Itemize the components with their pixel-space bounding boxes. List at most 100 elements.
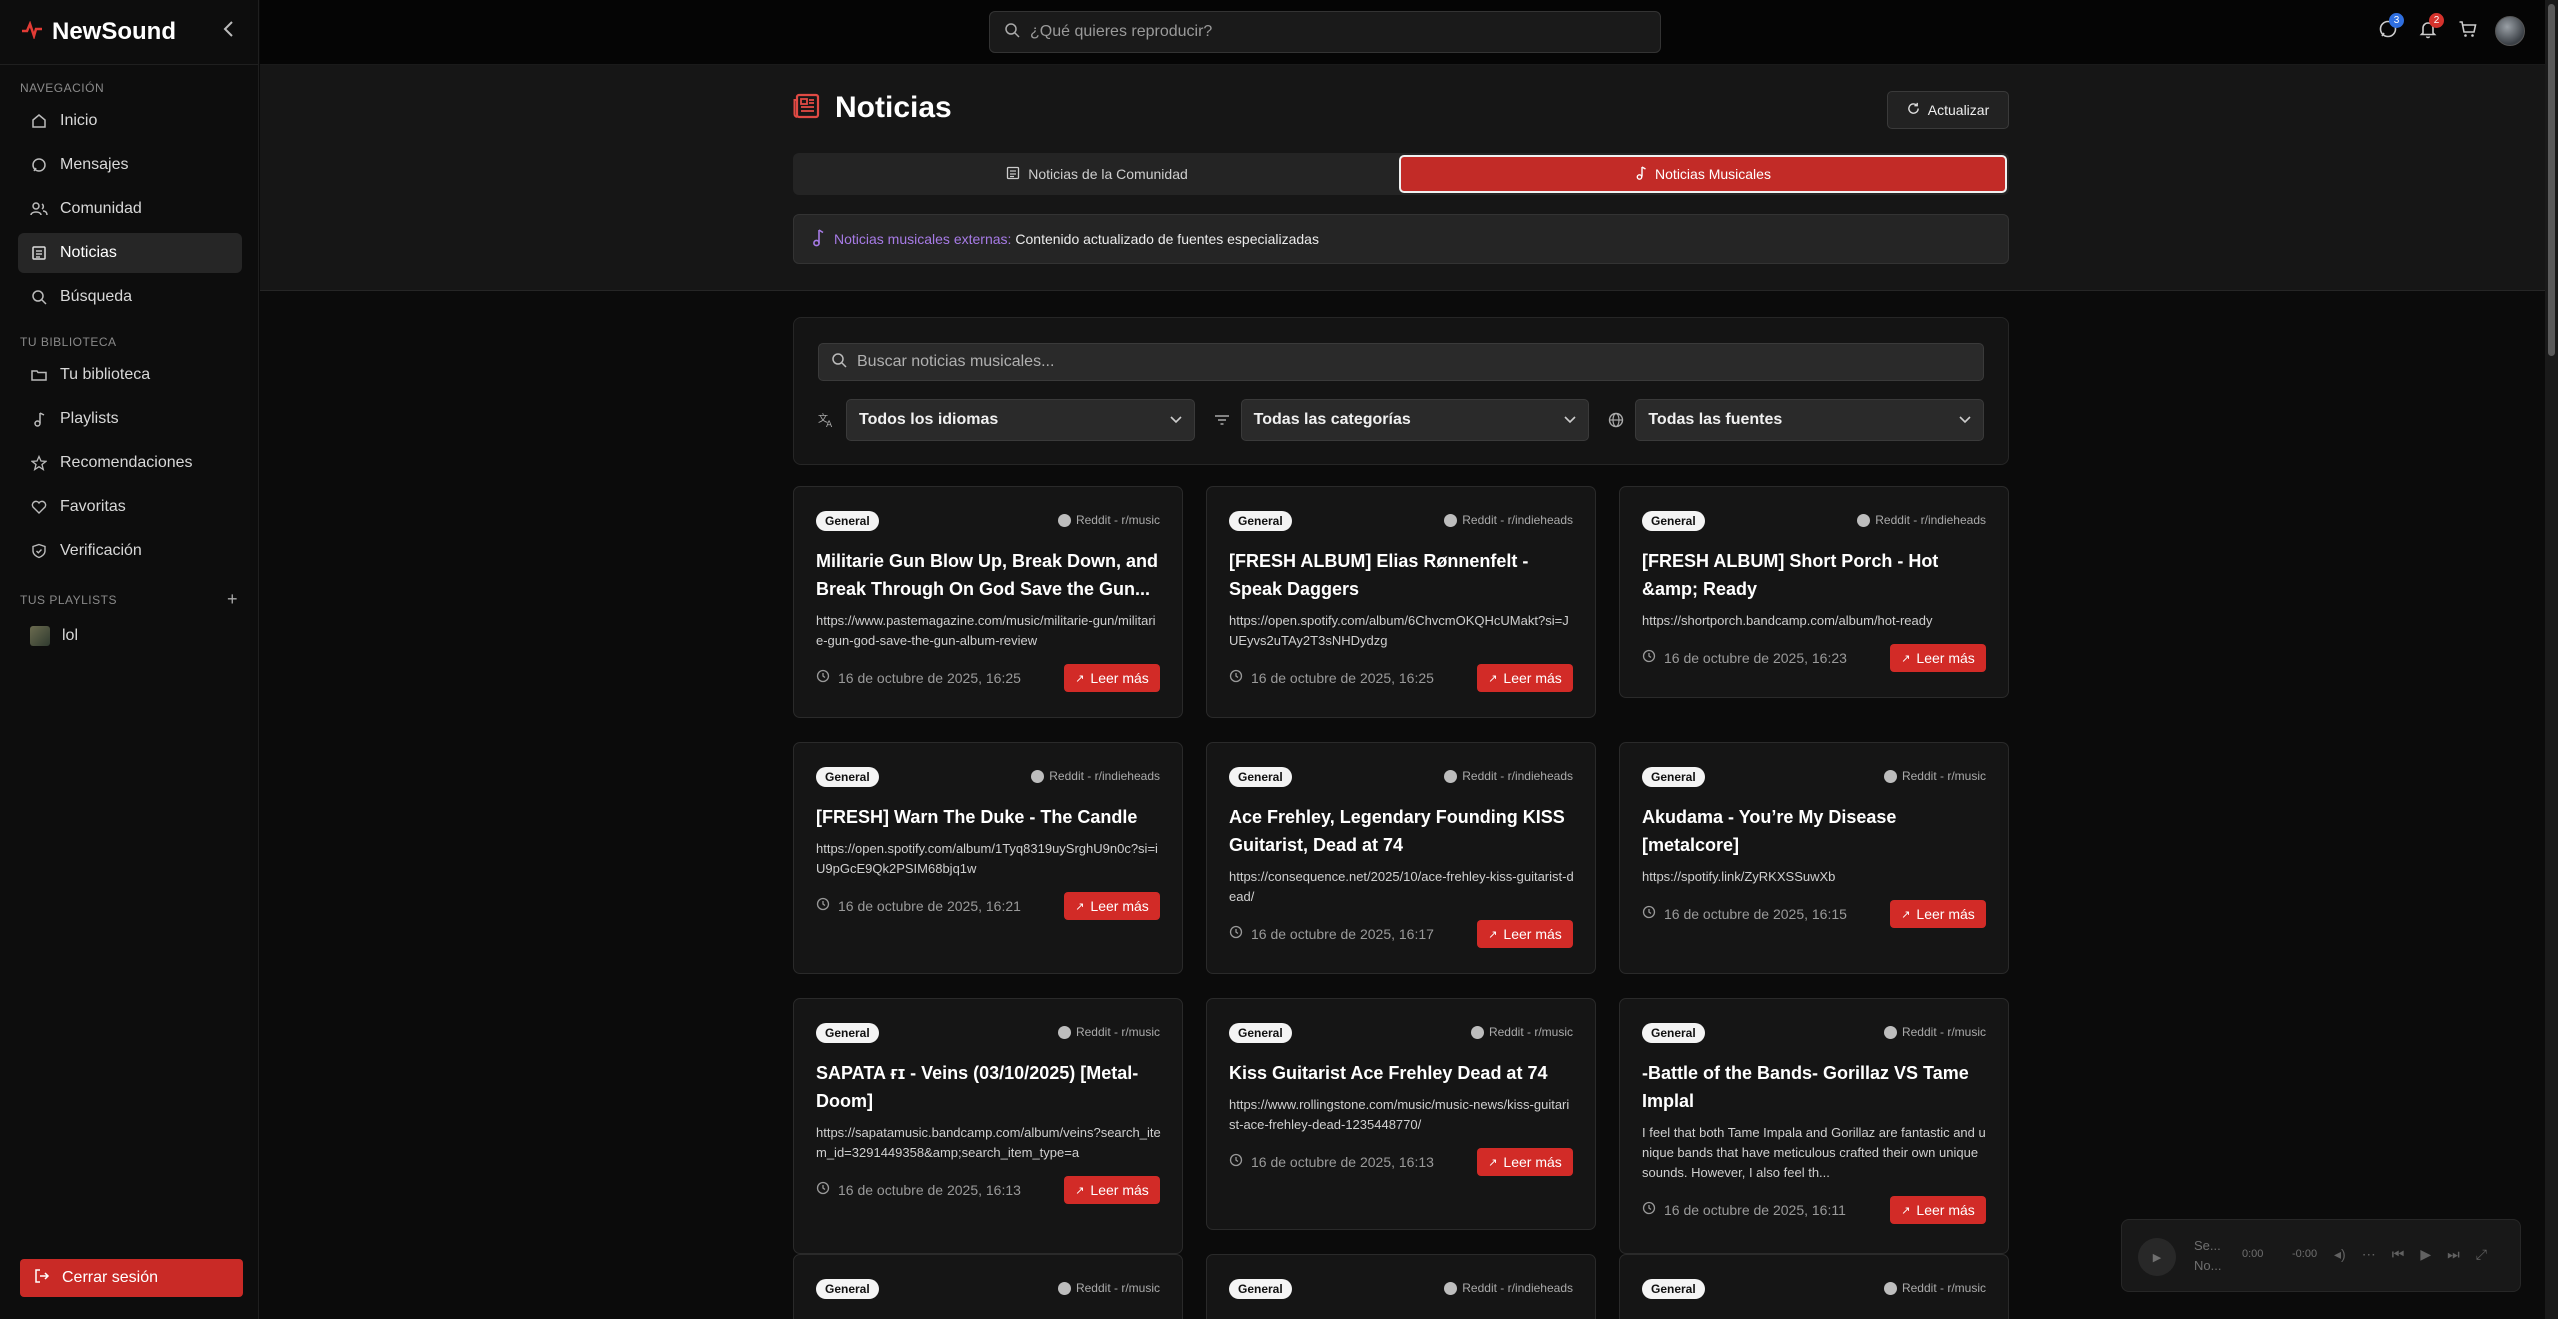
source-text: Reddit - r/music [1901,1025,1986,1039]
external-link-icon: ↗ [1488,672,1498,685]
category-badge: General [1229,511,1292,531]
banner-accent-text: Noticias musicales externas: [834,231,1012,247]
news-title[interactable]: Akudama - You’re My Disease [metalcore] [1642,803,1988,859]
clock-icon [1229,1153,1243,1170]
sidebar-item-playlists[interactable]: Playlists [18,399,242,439]
news-card[interactable]: General Reddit - r/indieheads Ace Frehley,… [1206,742,1596,974]
news-title[interactable]: [FRESH ALBUM] Short Porch - Hot &amp; Re… [1642,547,1988,603]
sidebar-playlist-item[interactable]: lol [18,616,242,656]
sidebar-item-label: Tu biblioteca [60,366,151,383]
news-date: 16 de octubre de 2025, 16:17 [1229,925,1434,942]
scrollbar-thumb[interactable] [2548,4,2555,356]
news-filters: 文A Todos los idiomas Todas las categoría… [793,317,2009,465]
news-title[interactable]: Kiss Guitarist Ace Frehley Dead at 74 [1229,1059,1575,1087]
news-date: 16 de octubre de 2025, 16:23 [1642,649,1847,666]
more-icon[interactable]: ⋯ [2362,1246,2376,1263]
read-more-button[interactable]: ↗ Leer más [1890,1196,1986,1224]
source-filter-group: Todas las fuentes [1607,399,1985,441]
read-more-button[interactable]: ↗ Leer más [1477,664,1573,692]
news-card[interactable]: General Reddit - r/music [793,1254,1183,1319]
add-playlist-icon[interactable]: + [227,589,238,610]
sidebar-item-inicio[interactable]: Inicio [18,101,242,141]
sidebar-item-noticias[interactable]: Noticias [18,233,242,273]
news-card[interactable]: General Reddit - r/indieheads [FRESH] Warn… [793,742,1183,974]
sidebar-item-label: Noticias [60,244,117,261]
collapse-sidebar-icon[interactable] [222,18,236,46]
sidebar-item-favoritas[interactable]: Favoritas [18,487,242,527]
tab-music-news[interactable]: Noticias Musicales [1399,155,2007,193]
clock-icon [816,1181,830,1198]
category-select[interactable]: Todas las categorías [1240,399,1590,441]
sidebar: NewSound NAVEGACIÓN Inicio Mensajes Comu… [0,0,259,1319]
category-badge: General [816,767,879,787]
read-more-button[interactable]: ↗ Leer más [1477,1148,1573,1176]
source-select[interactable]: Todas las fuentes [1635,399,1985,441]
news-card[interactable]: General Reddit - r/music -Battle of the Ba… [1619,998,2009,1254]
expand-icon[interactable]: ⤢ [2476,1246,2487,1263]
search-icon [1004,22,1020,43]
read-more-button[interactable]: ↗ Leer más [1890,644,1986,672]
page-title: Noticias [793,91,952,125]
sidebar-item-busqueda[interactable]: Búsqueda [18,277,242,317]
language-select[interactable]: Todos los idiomas [846,399,1195,441]
news-search[interactable] [818,343,1984,381]
read-more-button[interactable]: ↗ Leer más [1064,664,1160,692]
next-icon[interactable]: ⏭ [2447,1246,2460,1263]
news-card[interactable]: General Reddit - r/indieheads [FRESH ALBUM… [1619,486,2009,698]
news-title[interactable]: [FRESH] Warn The Duke - The Candle [816,803,1162,831]
refresh-button[interactable]: Actualizar [1887,91,2009,129]
news-date-text: 16 de octubre de 2025, 16:23 [1664,649,1847,666]
news-date: 16 de octubre de 2025, 16:25 [816,669,1021,686]
playlists-section-label: TUS PLAYLISTS [20,592,117,607]
source-text: Reddit - r/indieheads [1049,769,1160,783]
news-card[interactable]: General Reddit - r/music SAPATA ғɪ - Veins… [793,998,1183,1254]
volume-icon[interactable]: ◂) [2334,1246,2346,1263]
page-scrollbar[interactable] [2545,0,2558,1319]
nav-section-title: NAVEGACIÓN [20,81,105,95]
news-title[interactable]: Militarie Gun Blow Up, Break Down, and B… [816,547,1162,603]
messages-button[interactable]: 3 [2373,13,2404,46]
notifications-button[interactable]: 2 [2413,13,2444,46]
news-date-text: 16 de octubre de 2025, 16:21 [838,897,1021,914]
source-text: Reddit - r/music [1075,1025,1160,1039]
read-more-button[interactable]: ↗ Leer más [1064,892,1160,920]
news-title[interactable]: -Battle of the Bands- Gorillaz VS Tame I… [1642,1059,1988,1115]
source-label: Reddit - r/music [1883,1025,1986,1039]
news-description: https://open.spotify.com/album/1Tyq8319u… [816,841,1158,876]
sidebar-item-comunidad[interactable]: Comunidad [18,189,242,229]
user-avatar[interactable] [2495,16,2525,46]
read-more-button[interactable]: ↗ Leer más [1477,920,1573,948]
global-search-input[interactable] [1030,23,1630,41]
news-card[interactable]: General Reddit - r/music [1619,1254,2009,1319]
play-icon[interactable]: ▶ [2420,1246,2431,1263]
source-label: Reddit - r/music [1883,769,1986,783]
svg-text:A: A [826,420,833,428]
news-card[interactable]: General Reddit - r/indieheads [1206,1254,1596,1319]
sidebar-item-tu-biblioteca[interactable]: Tu biblioteca [18,355,242,395]
previous-icon[interactable]: ⏮ [2392,1246,2405,1263]
global-search[interactable] [989,11,1661,53]
read-more-button[interactable]: ↗ Leer más [1064,1176,1160,1204]
sidebar-item-label: Favoritas [60,498,126,515]
reddit-icon [1057,1025,1071,1039]
sidebar-item-label: Recomendaciones [60,454,193,471]
news-card[interactable]: General Reddit - r/music Kiss Guitarist Ac… [1206,998,1596,1230]
news-search-input[interactable] [857,353,1957,371]
news-card[interactable]: General Reddit - r/indieheads [FRESH ALBUM… [1206,486,1596,718]
logout-label: Cerrar sesión [62,1269,159,1286]
sidebar-item-recomendaciones[interactable]: Recomendaciones [18,443,242,483]
source-label: Reddit - r/music [1470,1025,1573,1039]
news-title[interactable]: SAPATA ғɪ - Veins (03/10/2025) [Metal-Do… [816,1059,1162,1115]
news-title[interactable]: Ace Frehley, Legendary Founding KISS Gui… [1229,803,1575,859]
cart-button[interactable] [2453,16,2483,46]
sidebar-item-verificacion[interactable]: Verificación [18,531,242,571]
news-title[interactable]: [FRESH ALBUM] Elias Rønnenfelt - Speak D… [1229,547,1575,603]
news-card[interactable]: General Reddit - r/music Militarie Gun Blo… [793,486,1183,718]
news-card[interactable]: General Reddit - r/music Akudama - You’re … [1619,742,2009,974]
tab-community-news[interactable]: Noticias de la Comunidad [795,155,1399,193]
category-filter-group: Todas las categorías [1213,399,1590,441]
sidebar-item-mensajes[interactable]: Mensajes [18,145,242,185]
logout-button[interactable]: Cerrar sesión [20,1259,243,1297]
read-more-button[interactable]: ↗ Leer más [1890,900,1986,928]
play-button[interactable]: ▶ [2138,1238,2176,1276]
